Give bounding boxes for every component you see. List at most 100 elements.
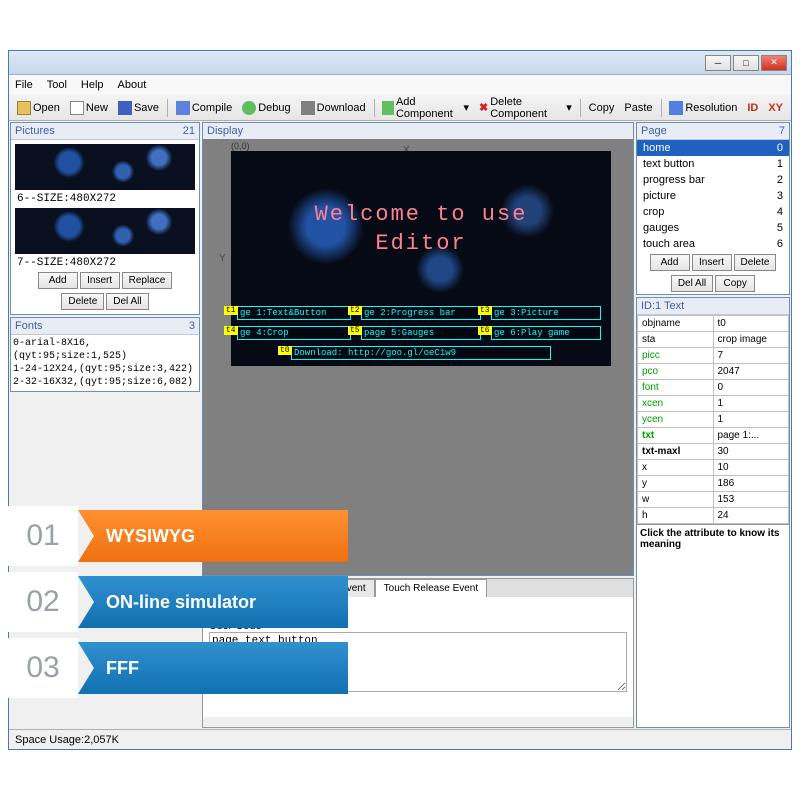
paste-button[interactable]: Paste bbox=[620, 100, 656, 116]
canvas[interactable]: Welcome to useEditor t1ge 1:Text&Buttont… bbox=[231, 151, 611, 366]
feature-label: WYSIWYG bbox=[78, 510, 348, 562]
page-title: Page bbox=[641, 125, 667, 137]
picture-label: 7--SIZE:480X272 bbox=[13, 256, 197, 270]
debug-icon bbox=[242, 101, 256, 115]
feature-number: 01 bbox=[8, 506, 78, 566]
page-row[interactable]: picture3 bbox=[637, 188, 789, 204]
canvas-hotspot[interactable]: t0Download: http://goo.gl/oeC1w9 bbox=[291, 346, 551, 360]
folder-icon bbox=[17, 101, 31, 115]
pictures-panel: Pictures21 6--SIZE:480X272 7--SIZE:480X2… bbox=[10, 122, 200, 315]
copy-button[interactable]: Copy bbox=[585, 100, 619, 116]
origin-label: (0,0) bbox=[231, 141, 250, 151]
menu-tool[interactable]: Tool bbox=[47, 79, 67, 91]
plus-icon bbox=[382, 101, 394, 115]
space-usage: Space Usage:2,057K bbox=[15, 734, 119, 746]
menu-file[interactable]: File bbox=[15, 79, 33, 91]
debug-button[interactable]: Debug bbox=[238, 99, 294, 117]
tab-touch-release[interactable]: Touch Release Event bbox=[375, 579, 488, 597]
picture-thumb[interactable] bbox=[15, 208, 195, 254]
hotspot-tag: t6 bbox=[478, 326, 492, 335]
id-button[interactable]: ID bbox=[743, 100, 762, 116]
property-row[interactable]: x10 bbox=[638, 460, 789, 476]
page-row[interactable]: progress bar2 bbox=[637, 172, 789, 188]
display-title: Display bbox=[203, 123, 633, 139]
delete-component-button[interactable]: ✖Delete Component ▾ bbox=[475, 94, 576, 122]
menu-about[interactable]: About bbox=[118, 79, 147, 91]
font-item[interactable]: 1-24-12X24,(qyt:95;size:3,422) bbox=[13, 363, 197, 376]
page-row[interactable]: text button1 bbox=[637, 156, 789, 172]
features-overlay: 01WYSIWYG02ON-line simulator03FFF bbox=[8, 506, 348, 704]
page-row[interactable]: touch area6 bbox=[637, 236, 789, 252]
font-item[interactable]: 2-32-16X32,(qyt:95;size:6,082) bbox=[13, 376, 197, 389]
pic-replace-button[interactable]: Replace bbox=[122, 272, 173, 289]
canvas-hotspot[interactable]: t4ge 4:Crop bbox=[237, 326, 351, 340]
property-row[interactable]: stacrop image bbox=[638, 332, 789, 348]
property-row[interactable]: ycen1 bbox=[638, 412, 789, 428]
close-button[interactable]: ✕ bbox=[761, 55, 787, 71]
pic-add-button[interactable]: Add bbox=[38, 272, 78, 289]
menu-help[interactable]: Help bbox=[81, 79, 104, 91]
toolbar: Open New Save Compile Debug Download Add… bbox=[9, 95, 791, 121]
property-row[interactable]: y186 bbox=[638, 476, 789, 492]
page-count: 7 bbox=[779, 125, 785, 137]
hotspot-tag: t2 bbox=[348, 306, 362, 315]
hotspot-tag: t1 bbox=[224, 306, 238, 315]
xy-button[interactable]: XY bbox=[764, 100, 787, 116]
canvas-hotspot[interactable]: t5page 5:Gauges bbox=[361, 326, 481, 340]
property-row[interactable]: xcen1 bbox=[638, 396, 789, 412]
save-button[interactable]: Save bbox=[114, 99, 163, 117]
hotspot-tag: t0 bbox=[278, 346, 292, 355]
page-insert-button[interactable]: Insert bbox=[692, 254, 732, 271]
compile-button[interactable]: Compile bbox=[172, 99, 236, 117]
page-row[interactable]: crop4 bbox=[637, 204, 789, 220]
property-row[interactable]: font0 bbox=[638, 380, 789, 396]
feature-label: ON-line simulator bbox=[78, 576, 348, 628]
property-row[interactable]: picc7 bbox=[638, 348, 789, 364]
menubar: File Tool Help About bbox=[9, 75, 791, 95]
property-row[interactable]: h24 bbox=[638, 508, 789, 524]
canvas-hotspot[interactable]: t3ge 3:Picture bbox=[491, 306, 601, 320]
page-row[interactable]: gauges5 bbox=[637, 220, 789, 236]
page-copy-button[interactable]: Copy bbox=[715, 275, 755, 292]
property-row[interactable]: txt-maxl30 bbox=[638, 444, 789, 460]
properties-hint: Click the attribute to know its meaning bbox=[637, 524, 789, 553]
hotspot-tag: t5 bbox=[348, 326, 362, 335]
page-delall-button[interactable]: Del All bbox=[671, 275, 713, 292]
canvas-hotspot[interactable]: t6ge 6:Play game bbox=[491, 326, 601, 340]
page-add-button[interactable]: Add bbox=[650, 254, 690, 271]
download-button[interactable]: Download bbox=[297, 99, 370, 117]
new-button[interactable]: New bbox=[66, 99, 112, 117]
fonts-list[interactable]: 0-arial-8X16,(qyt:95;size:1,525)1-24-12X… bbox=[11, 335, 199, 391]
canvas-hotspot[interactable]: t2ge 2:Progress bar bbox=[361, 306, 481, 320]
compile-icon bbox=[176, 101, 190, 115]
property-row[interactable]: txtpage 1:... bbox=[638, 428, 789, 444]
add-component-button[interactable]: Add Component ▾ bbox=[378, 94, 473, 122]
pic-insert-button[interactable]: Insert bbox=[80, 272, 120, 289]
property-row[interactable]: w153 bbox=[638, 492, 789, 508]
resolution-icon bbox=[669, 101, 683, 115]
pic-delall-button[interactable]: Del All bbox=[106, 293, 148, 310]
maximize-button[interactable]: □ bbox=[733, 55, 759, 71]
font-item[interactable]: 0-arial-8X16,(qyt:95;size:1,525) bbox=[13, 337, 197, 363]
save-icon bbox=[118, 101, 132, 115]
picture-thumb[interactable] bbox=[15, 144, 195, 190]
titlebar: ─ □ ✕ bbox=[9, 51, 791, 75]
feature-row: 02ON-line simulator bbox=[8, 572, 348, 632]
attributes-panel: ID:1 Text objnamet0stacrop imagepicc7pco… bbox=[636, 297, 790, 728]
pictures-title: Pictures bbox=[15, 125, 55, 137]
resolution-button[interactable]: Resolution bbox=[665, 99, 741, 117]
canvas-hotspot[interactable]: t1ge 1:Text&Button bbox=[237, 306, 351, 320]
properties-table: objnamet0stacrop imagepicc7pco2047font0x… bbox=[637, 315, 789, 524]
pic-delete-button[interactable]: Delete bbox=[61, 293, 104, 310]
property-row[interactable]: pco2047 bbox=[638, 364, 789, 380]
minimize-button[interactable]: ─ bbox=[705, 55, 731, 71]
y-axis-label: Y bbox=[219, 253, 226, 264]
page-row[interactable]: home0 bbox=[637, 140, 789, 156]
file-icon bbox=[70, 101, 84, 115]
fonts-panel: Fonts3 0-arial-8X16,(qyt:95;size:1,525)1… bbox=[10, 317, 200, 392]
picture-label: 6--SIZE:480X272 bbox=[13, 192, 197, 206]
property-row[interactable]: objnamet0 bbox=[638, 316, 789, 332]
open-button[interactable]: Open bbox=[13, 99, 64, 117]
page-delete-button[interactable]: Delete bbox=[734, 254, 777, 271]
feature-number: 03 bbox=[8, 638, 78, 698]
